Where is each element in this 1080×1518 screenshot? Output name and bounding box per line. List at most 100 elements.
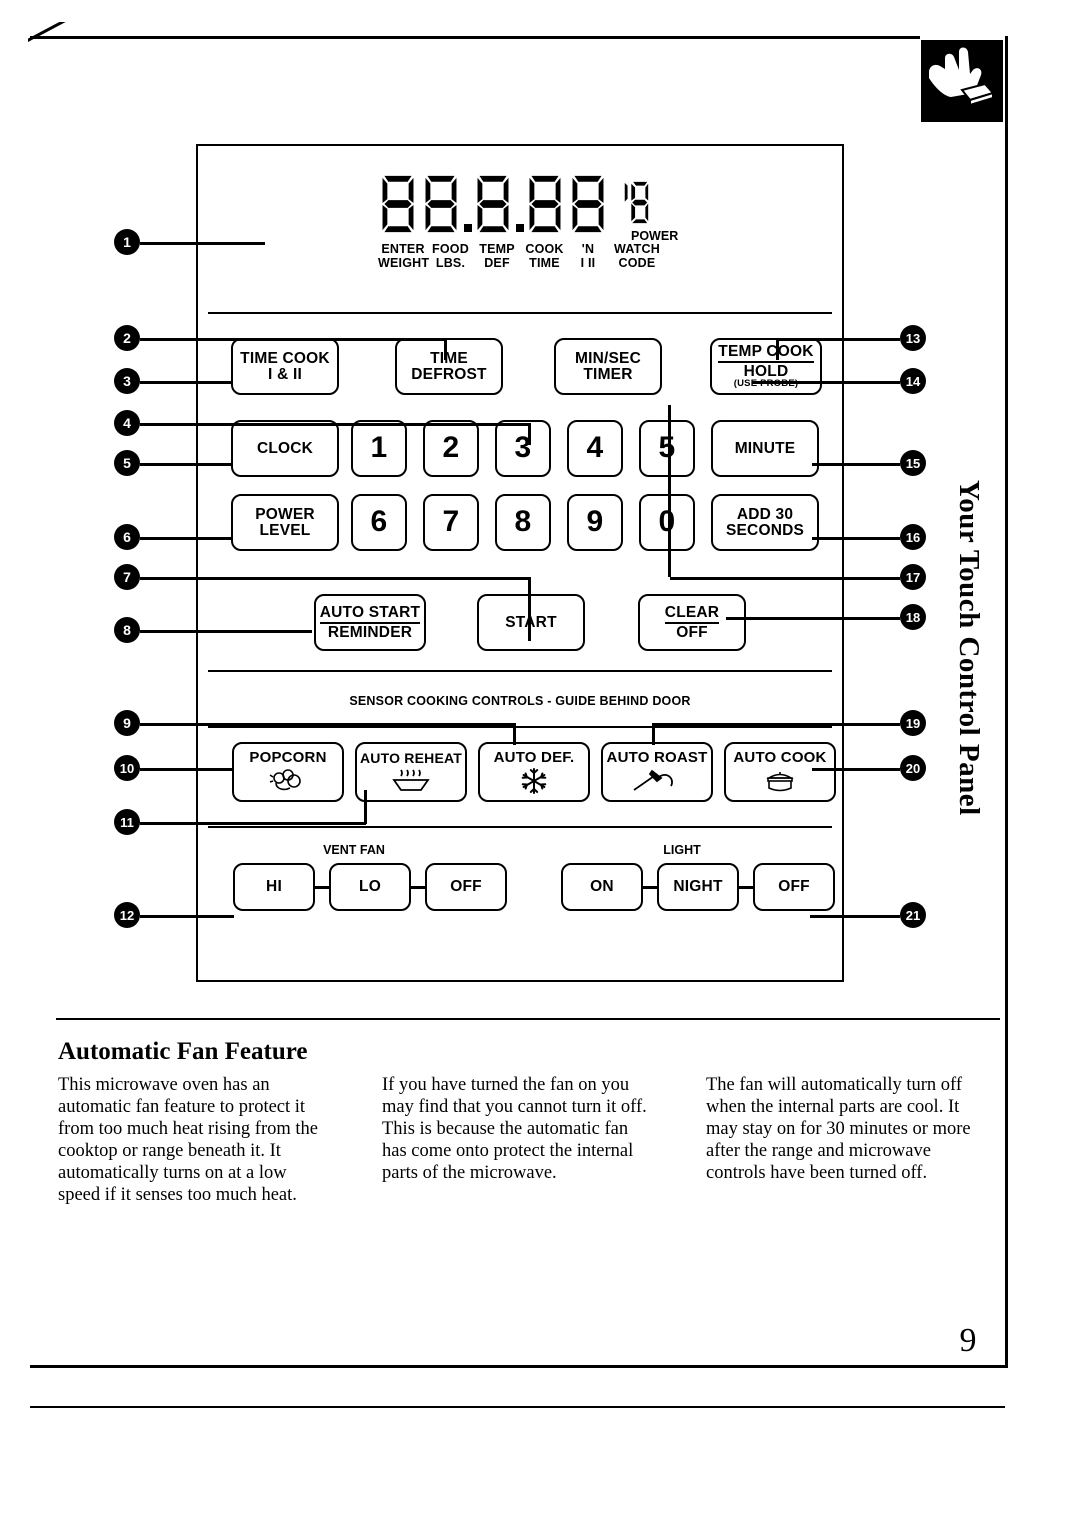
vent-fan-lo-button[interactable]: LO: [329, 863, 411, 911]
time-defrost-label-2: DEFROST: [411, 365, 487, 383]
leader-9a: [140, 723, 515, 726]
callout-3[interactable]: 3: [114, 368, 140, 394]
popcorn-label: POPCORN: [249, 749, 327, 767]
start-label: START: [505, 613, 557, 631]
auto-roast-button[interactable]: AUTO ROAST: [601, 742, 713, 802]
article-column-2: If you have turned the fan on you may fi…: [382, 1075, 647, 1183]
auto-start-label-2: REMINDER: [327, 623, 413, 641]
callout-8[interactable]: 8: [114, 617, 140, 643]
panel-divider-4: [208, 826, 832, 828]
decimal-point-1: [464, 174, 473, 232]
clear-off-button[interactable]: CLEAR OFF: [638, 594, 746, 651]
numpad-9-button[interactable]: 9: [567, 494, 623, 551]
numpad-1-button[interactable]: 1: [351, 420, 407, 477]
callout-7[interactable]: 7: [114, 564, 140, 590]
popcorn-button[interactable]: POPCORN: [232, 742, 344, 802]
callout-20[interactable]: 20: [900, 755, 926, 781]
numpad-3-button[interactable]: 3: [495, 420, 551, 477]
display-legend-row-2: WEIGHT LBS. DEF TIME I II CODE: [378, 256, 668, 270]
leader-4b: [528, 423, 531, 445]
callout-1[interactable]: 1: [114, 229, 140, 255]
top-rule: [30, 36, 920, 39]
minute-button[interactable]: MINUTE: [711, 420, 819, 477]
power-level-button[interactable]: POWER LEVEL: [231, 494, 339, 551]
leader-10: [140, 768, 232, 771]
light-on-label: ON: [590, 878, 614, 896]
auto-cook-button[interactable]: AUTO COOK: [724, 742, 836, 802]
callout-15[interactable]: 15: [900, 450, 926, 476]
seg-digit-4: [529, 175, 561, 233]
auto-start-reminder-button[interactable]: AUTO START REMINDER: [314, 594, 426, 651]
vent-fan-hi-button[interactable]: HI: [233, 863, 315, 911]
article-divider: [56, 1018, 1000, 1020]
leader-14: [752, 381, 900, 384]
panel-divider-1: [208, 312, 832, 314]
article-title: Automatic Fan Feature: [58, 1038, 308, 1065]
numpad-0-button[interactable]: 0: [639, 494, 695, 551]
numpad-2-button[interactable]: 2: [423, 420, 479, 477]
callout-9[interactable]: 9: [114, 710, 140, 736]
callout-19[interactable]: 19: [900, 710, 926, 736]
callout-5[interactable]: 5: [114, 450, 140, 476]
legend-weight: WEIGHT: [378, 256, 430, 270]
vent-link-2: [411, 886, 425, 889]
numpad-4-button[interactable]: 4: [567, 420, 623, 477]
numpad-1-label: 1: [370, 431, 388, 465]
callout-4[interactable]: 4: [114, 410, 140, 436]
leader-17b: [668, 405, 671, 577]
leader-8: [140, 630, 312, 633]
legend-def: DEF: [484, 256, 510, 270]
snowflake-icon: [520, 767, 548, 794]
sensor-cooking-heading: SENSOR COOKING CONTROLS - GUIDE BEHIND D…: [349, 694, 691, 708]
numpad-7-button[interactable]: 7: [423, 494, 479, 551]
auto-reheat-button[interactable]: AUTO REHEAT: [355, 742, 467, 802]
callout-12[interactable]: 12: [114, 902, 140, 928]
callout-18[interactable]: 18: [900, 604, 926, 630]
legend-cook: COOK: [525, 242, 564, 256]
callout-17[interactable]: 17: [900, 564, 926, 590]
light-night-button[interactable]: NIGHT: [657, 863, 739, 911]
add-30-seconds-button[interactable]: ADD 30 SECONDS: [711, 494, 819, 551]
clock-button[interactable]: CLOCK: [231, 420, 339, 477]
hand-press-icon: [921, 40, 1003, 122]
min-sec-timer-button[interactable]: MIN/SEC TIMER: [554, 338, 662, 395]
vent-fan-off-button[interactable]: OFF: [425, 863, 507, 911]
decimal-point-2: [516, 174, 525, 232]
clear-off-label-1: CLEAR: [664, 604, 720, 624]
seg-digit-1: [382, 175, 414, 233]
popcorn-icon: [268, 768, 308, 794]
corner-diagonal-mark: [28, 22, 72, 48]
callout-13[interactable]: 13: [900, 325, 926, 351]
auto-reheat-label: AUTO REHEAT: [359, 749, 463, 766]
digital-display: ENTER FOOD TEMP COOK 'N WATCH WEIGHT LBS…: [378, 174, 678, 284]
steaming-dish-icon: [388, 767, 434, 793]
numpad-5-button[interactable]: 5: [639, 420, 695, 477]
leader-13b: [776, 338, 779, 360]
numpad-6-button[interactable]: 6: [351, 494, 407, 551]
min-sec-timer-label-1: MIN/SEC: [575, 349, 641, 367]
start-button[interactable]: START: [477, 594, 585, 651]
light-link-2: [739, 886, 753, 889]
numpad-8-button[interactable]: 8: [495, 494, 551, 551]
light-on-button[interactable]: ON: [561, 863, 643, 911]
time-cook-label-1: TIME COOK: [240, 349, 330, 367]
callout-6[interactable]: 6: [114, 524, 140, 550]
auto-def-button[interactable]: AUTO DEF.: [478, 742, 590, 802]
temp-cook-hold-button[interactable]: TEMP COOK HOLD (USE PROBE): [710, 338, 822, 395]
time-cook-button[interactable]: TIME COOK I & II: [231, 338, 339, 395]
callout-11[interactable]: 11: [114, 809, 140, 835]
callout-16[interactable]: 16: [900, 524, 926, 550]
legend-n: 'N: [581, 242, 595, 256]
time-defrost-button[interactable]: TIME DEFROST: [395, 338, 503, 395]
callout-10[interactable]: 10: [114, 755, 140, 781]
light-off-button[interactable]: OFF: [753, 863, 835, 911]
article-column-1: This microwave oven has an automatic fan…: [58, 1075, 318, 1205]
vent-link-1: [315, 886, 329, 889]
callout-21[interactable]: 21: [900, 902, 926, 928]
callout-2[interactable]: 2: [114, 325, 140, 351]
callout-14[interactable]: 14: [900, 368, 926, 394]
side-title: Your Touch Control Panel: [953, 480, 985, 816]
legend-lbs: LBS.: [435, 256, 466, 270]
numpad-8-label: 8: [514, 505, 532, 539]
leader-21: [810, 915, 900, 918]
